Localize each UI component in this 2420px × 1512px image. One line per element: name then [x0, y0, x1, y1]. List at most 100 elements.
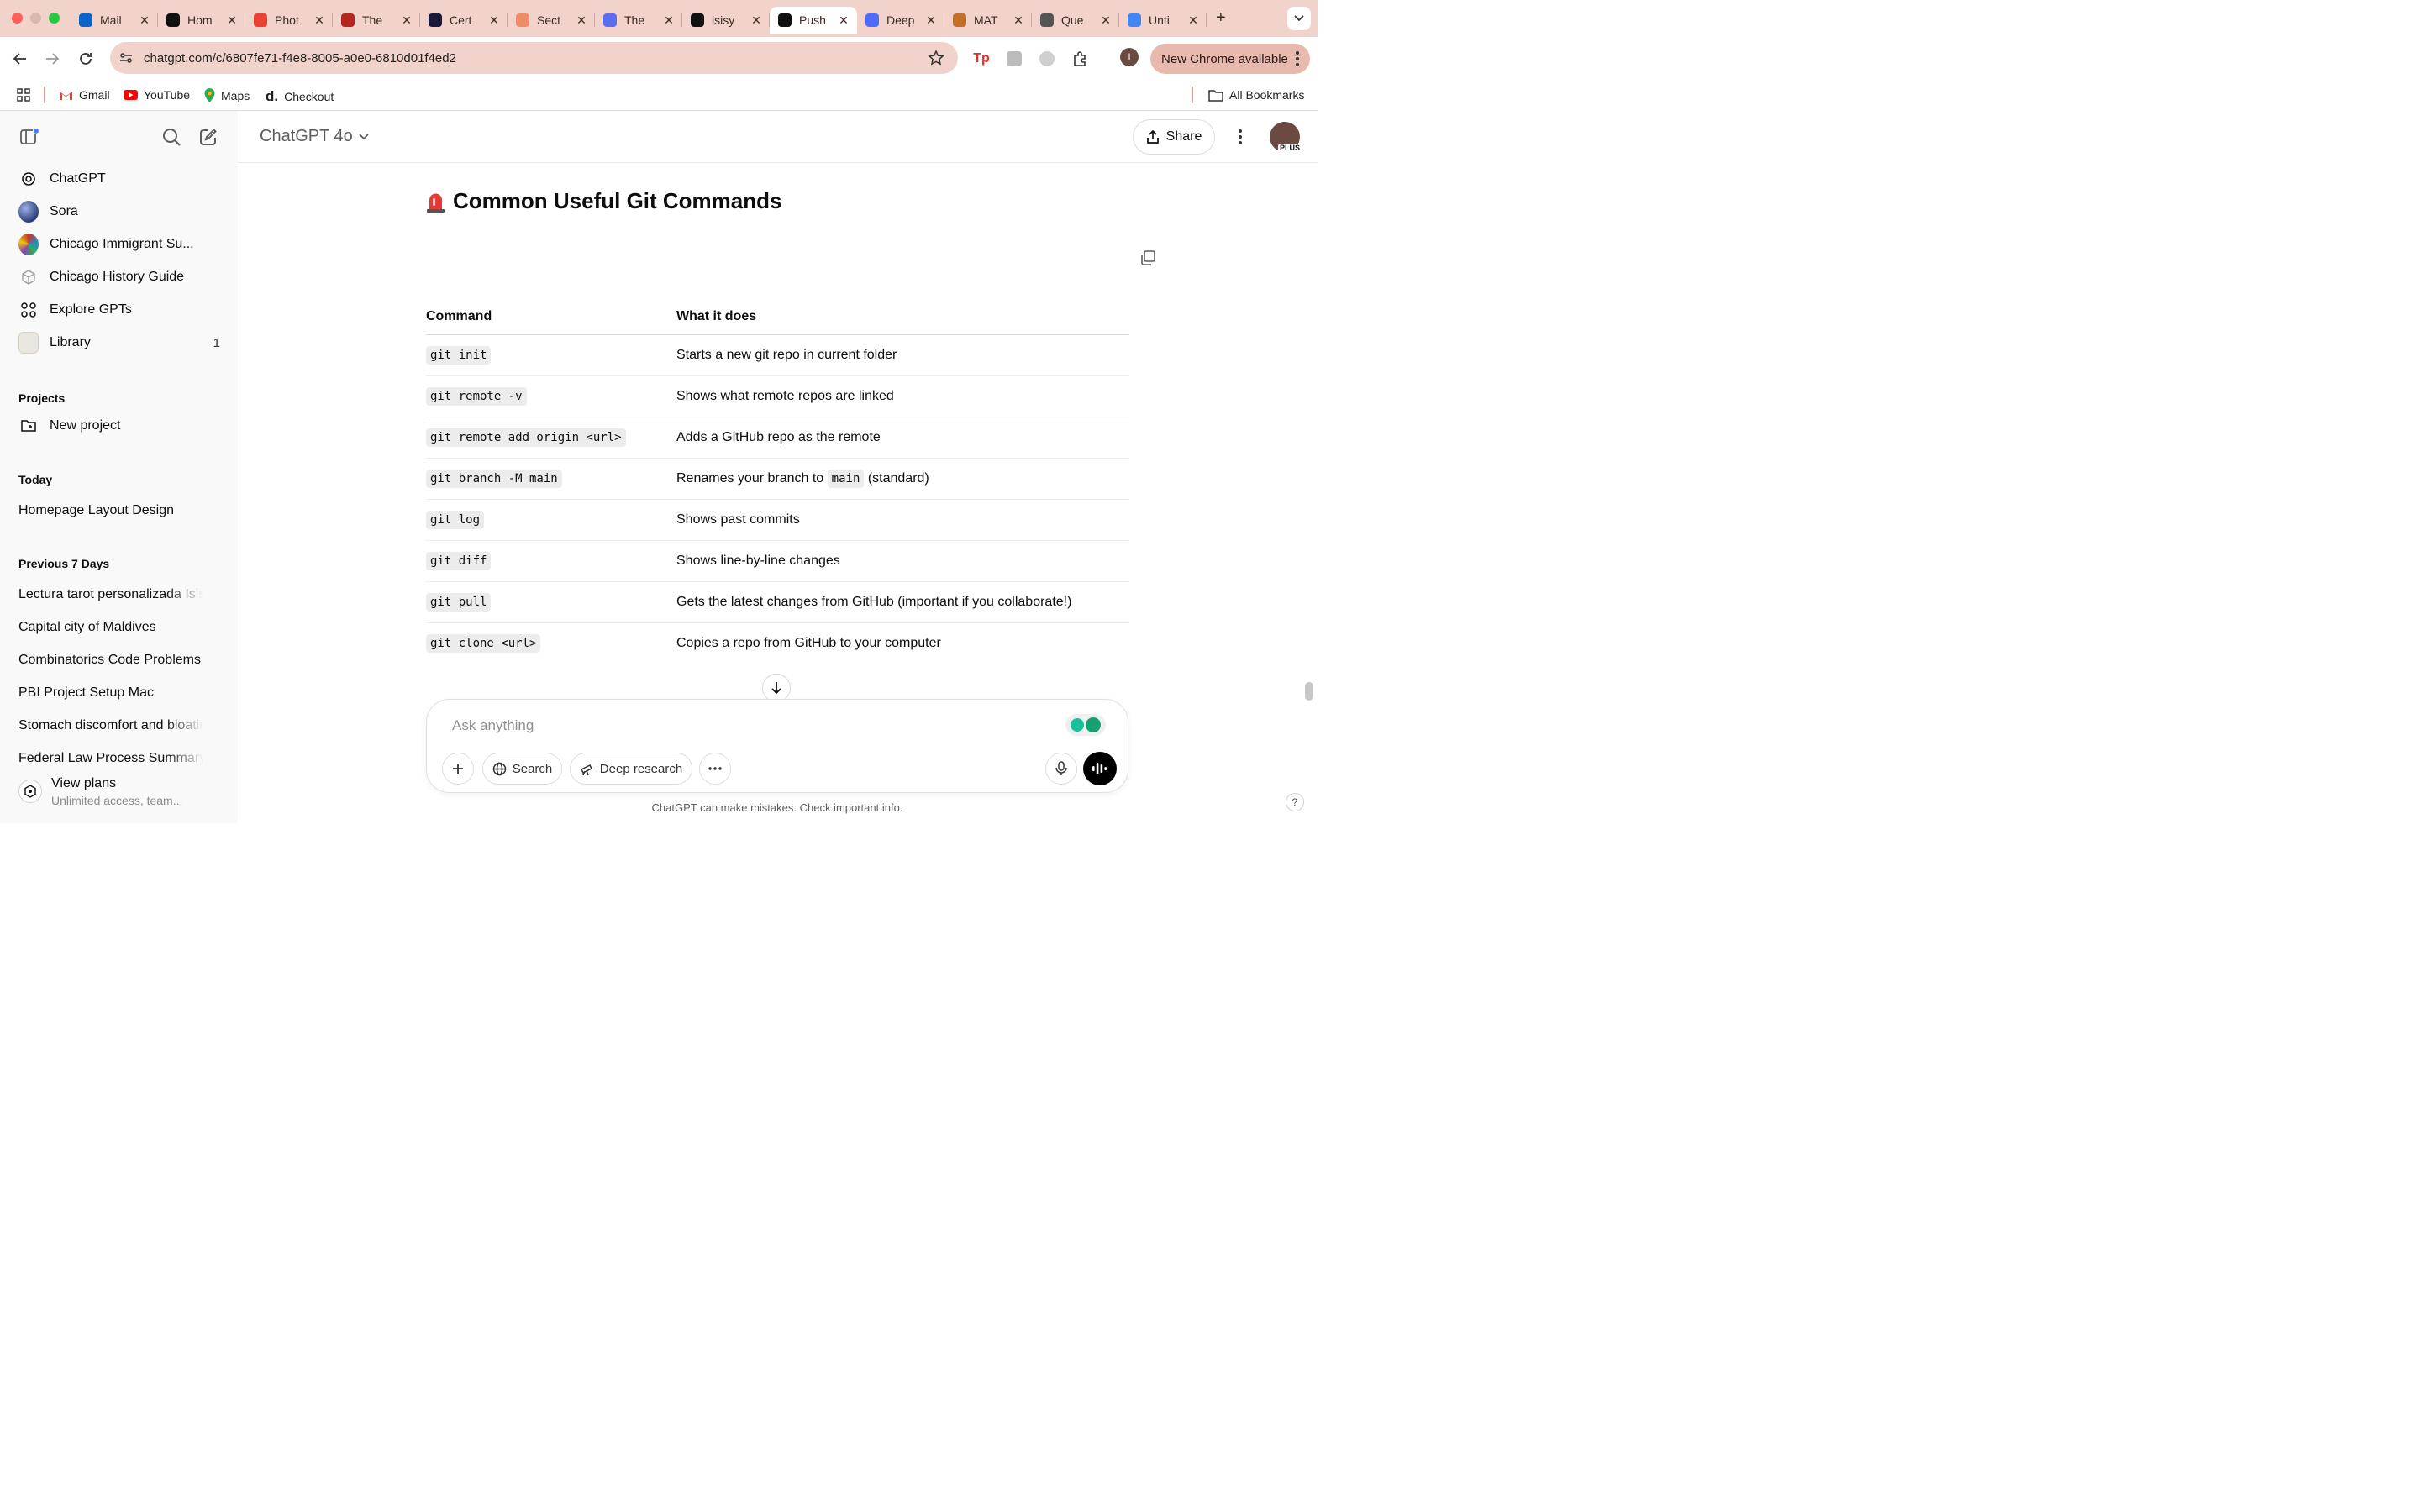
window-close-button[interactable] — [12, 13, 23, 24]
apps-button[interactable] — [17, 88, 30, 102]
column-header: What it does — [676, 297, 1129, 335]
bookmark-gmail[interactable]: Gmail — [59, 88, 110, 102]
browser-tab[interactable]: Mail ✕ — [71, 7, 158, 34]
browser-tab[interactable]: Unti ✕ — [1119, 7, 1207, 34]
url-text[interactable]: chatgpt.com/c/6807fe71-f4e8-8005-a0e0-68… — [144, 51, 456, 66]
search-toggle-button[interactable]: Search — [482, 753, 562, 785]
reload-button[interactable] — [76, 49, 96, 69]
bookmark-youtube[interactable]: YouTube — [124, 88, 190, 102]
search-chats-button[interactable] — [160, 125, 183, 149]
sidebar-item-chatgpt[interactable]: ChatGPT — [18, 165, 227, 192]
model-selector[interactable]: ChatGPT 4o — [260, 127, 370, 146]
dictate-button[interactable] — [1045, 753, 1077, 785]
extension-grammarly-icon[interactable] — [1038, 50, 1056, 68]
folder-icon — [1208, 89, 1223, 102]
voice-mode-button[interactable] — [1083, 752, 1117, 785]
help-button[interactable]: ? — [1286, 793, 1304, 811]
history-item[interactable]: Federal Law Process Summary — [18, 751, 203, 766]
browser-tab[interactable]: Cert ✕ — [420, 7, 508, 34]
sidebar-item-chicago-immigrant[interactable]: Chicago Immigrant Su... — [18, 231, 227, 258]
close-tab-icon[interactable]: ✕ — [400, 13, 413, 28]
view-plans-button[interactable]: View plans Unlimited access, team... — [0, 766, 238, 823]
close-tab-icon[interactable]: ✕ — [1099, 13, 1113, 28]
browser-tab[interactable]: MAT ✕ — [944, 7, 1032, 34]
sidebar-item-explore-gpts[interactable]: Explore GPTs — [18, 297, 227, 323]
tab-title: Sect — [537, 13, 561, 27]
profile-avatar[interactable]: I — [1120, 48, 1139, 66]
browser-tab[interactable]: Sect ✕ — [508, 7, 595, 34]
view-plans-title: View plans — [51, 776, 117, 790]
command-code: git diff — [426, 551, 492, 570]
attach-button[interactable] — [442, 753, 474, 785]
back-button[interactable] — [10, 49, 30, 69]
close-tab-icon[interactable]: ✕ — [662, 13, 676, 28]
scroll-to-bottom-button[interactable] — [762, 674, 791, 702]
browser-toolbar: chatgpt.com/c/6807fe71-f4e8-8005-a0e0-68… — [0, 37, 1318, 81]
table-row: git init Starts a new git repo in curren… — [426, 334, 1129, 376]
close-tab-icon[interactable]: ✕ — [225, 13, 239, 28]
site-info-icon[interactable] — [118, 50, 134, 66]
close-tab-icon[interactable]: ✕ — [750, 13, 763, 28]
history-item[interactable]: PBI Project Setup Mac — [18, 685, 203, 701]
openai-icon — [18, 169, 39, 189]
history-item[interactable]: Lectura tarot personalizada Isis — [18, 587, 203, 602]
close-tab-icon[interactable]: ✕ — [1012, 13, 1025, 28]
browser-tab[interactable]: Que ✕ — [1032, 7, 1119, 34]
browser-tab[interactable]: The ✕ — [595, 7, 682, 34]
browser-tab[interactable]: Phot ✕ — [245, 7, 333, 34]
history-item[interactable]: Combinatorics Code Problems — [18, 653, 203, 668]
forward-button[interactable] — [42, 49, 62, 69]
sidebar-item-sora[interactable]: Sora — [18, 198, 227, 225]
conversation-options-button[interactable] — [1230, 127, 1250, 147]
history-item[interactable]: Capital city of Maldives — [18, 620, 203, 635]
scrollbar-thumb[interactable] — [1305, 682, 1313, 701]
new-project-button[interactable]: New project — [18, 412, 227, 439]
sidebar-item-library[interactable]: Library 1 — [18, 329, 227, 356]
window-zoom-button[interactable] — [49, 13, 60, 24]
new-chat-button[interactable] — [197, 125, 220, 149]
browser-tab[interactable]: Push ✕ — [770, 7, 857, 34]
close-tab-icon[interactable]: ✕ — [138, 13, 151, 28]
browser-tab[interactable]: The ✕ — [333, 7, 420, 34]
history-item[interactable]: Homepage Layout Design — [18, 503, 203, 518]
close-tab-icon[interactable]: ✕ — [1186, 13, 1200, 28]
new-tab-button[interactable]: + — [1216, 8, 1226, 28]
close-tab-icon[interactable]: ✕ — [487, 13, 501, 28]
all-bookmarks-button[interactable]: All Bookmarks — [1208, 88, 1304, 102]
close-tab-icon[interactable]: ✕ — [924, 13, 938, 28]
history-item[interactable]: Stomach discomfort and bloating — [18, 718, 203, 733]
close-tab-icon[interactable]: ✕ — [837, 13, 850, 28]
more-tools-button[interactable] — [699, 753, 731, 785]
deep-research-button[interactable]: Deep research — [570, 753, 692, 785]
gmail-icon — [60, 91, 72, 100]
command-code: git branch -M main — [426, 469, 562, 488]
bookmark-checkout[interactable]: d. Checkout — [266, 88, 334, 105]
toggle-sidebar-button[interactable] — [17, 125, 40, 149]
prompt-input[interactable] — [452, 717, 1040, 734]
update-chrome-button[interactable]: New Chrome available — [1150, 44, 1310, 74]
browser-tab[interactable]: Hom ✕ — [158, 7, 245, 34]
extension-tp-icon[interactable]: Tp — [972, 50, 991, 68]
extensions-puzzle-icon[interactable] — [1071, 50, 1090, 68]
close-tab-icon[interactable]: ✕ — [313, 13, 326, 28]
share-button[interactable]: Share — [1133, 119, 1215, 155]
address-bar[interactable]: chatgpt.com/c/6807fe71-f4e8-8005-a0e0-68… — [110, 42, 958, 74]
voice-waveform-icon — [1092, 763, 1107, 774]
sidebar-item-chicago-history[interactable]: Chicago History Guide — [18, 264, 227, 291]
command-cell: git remote -v — [426, 375, 676, 417]
browser-tab[interactable]: isisy ✕ — [682, 7, 770, 34]
extension-shield-icon[interactable] — [1005, 50, 1023, 68]
apps-grid-icon — [17, 88, 30, 102]
tab-search-button[interactable] — [1287, 7, 1311, 30]
bookmark-star-icon[interactable] — [928, 50, 944, 66]
browser-tab[interactable]: Deep ✕ — [857, 7, 944, 34]
telescope-icon — [580, 764, 592, 775]
close-tab-icon[interactable]: ✕ — [575, 13, 588, 28]
command-code: git pull — [426, 592, 492, 612]
grammarly-widget[interactable] — [1065, 714, 1106, 736]
copy-table-button[interactable] — [1139, 249, 1156, 266]
arrow-right-icon — [46, 53, 60, 65]
message-heading: Common Useful Git Commands — [426, 188, 781, 214]
bookmark-maps[interactable]: Maps — [204, 88, 250, 102]
window-minimize-button[interactable] — [30, 13, 41, 24]
